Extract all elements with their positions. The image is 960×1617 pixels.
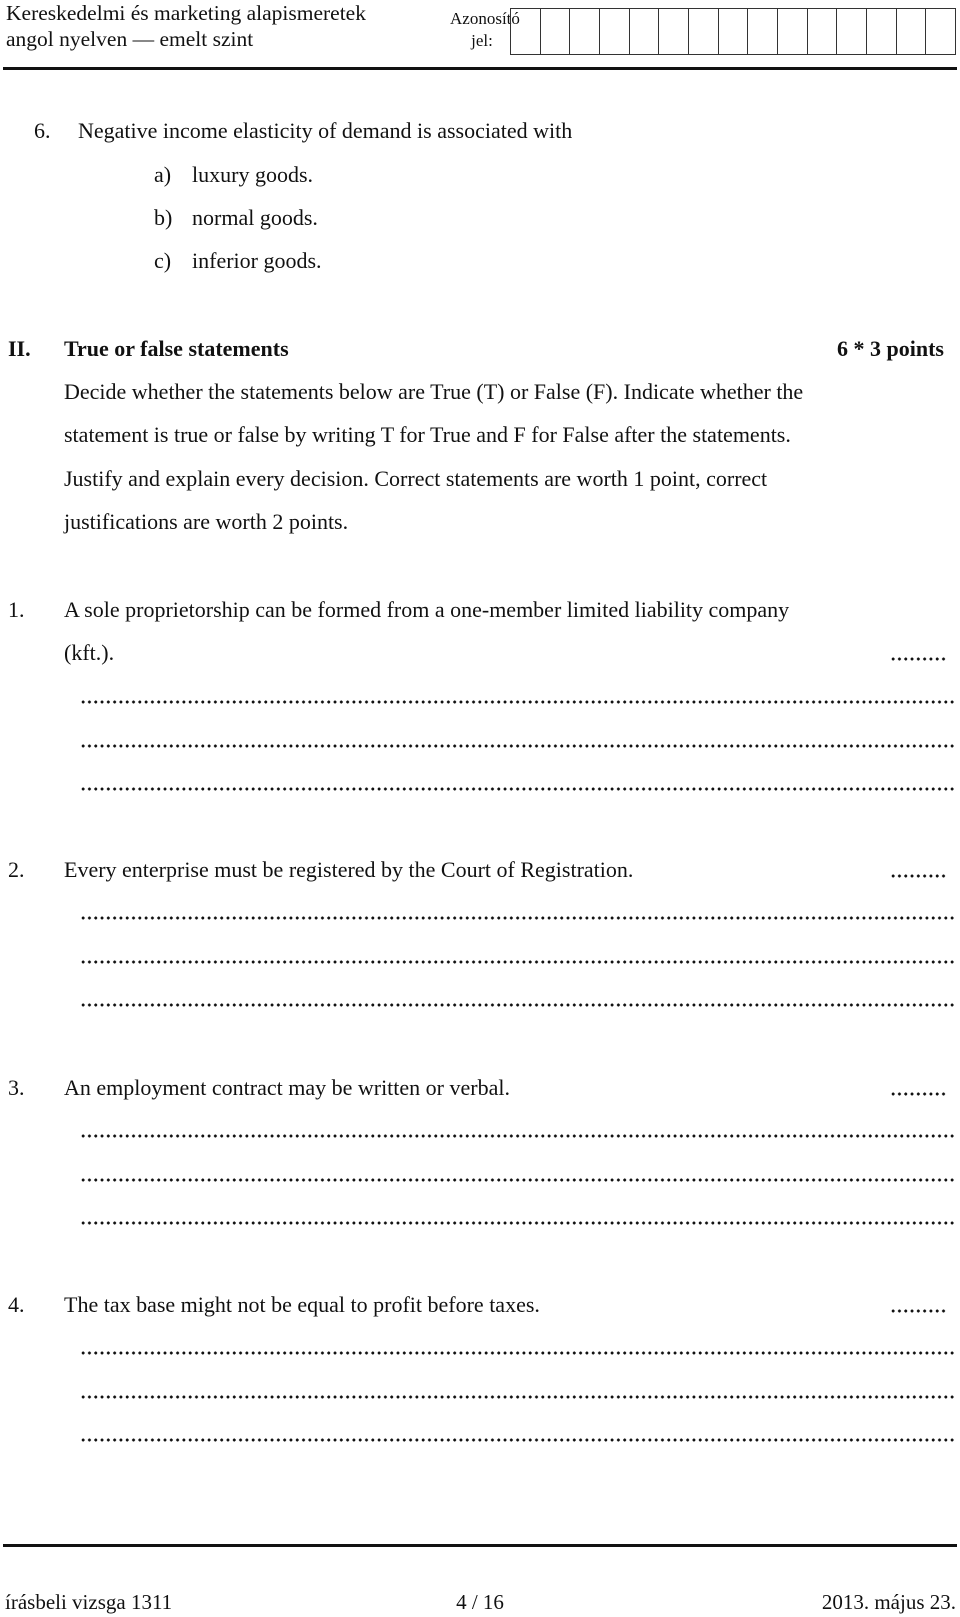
- header-title-line1: Kereskedelmi és marketing alapismeretek: [6, 1, 366, 25]
- statement-4-number: 4.: [8, 1292, 25, 1317]
- id-code-cell[interactable]: [600, 9, 630, 54]
- statement-4-answer-field[interactable]: [890, 1309, 948, 1313]
- id-code-cell[interactable]: [659, 9, 690, 54]
- option-a-text: luxury goods.: [192, 162, 313, 187]
- statement-1-number: 1.: [8, 597, 25, 622]
- statement-3-justification-line-2[interactable]: [80, 1178, 954, 1182]
- statement-3-text: An employment contract may be written or…: [64, 1075, 510, 1100]
- statement-1-justification-line-2[interactable]: [80, 744, 954, 748]
- statement-3-justification-line-1[interactable]: [80, 1134, 954, 1138]
- header-rule: [3, 67, 957, 70]
- id-code-cell[interactable]: [867, 9, 897, 54]
- id-code-cell[interactable]: [808, 9, 838, 54]
- statement-2-justification-line-1[interactable]: [80, 916, 954, 920]
- id-code-cell[interactable]: [778, 9, 808, 54]
- statement-1-justification-line-3[interactable]: [80, 787, 954, 791]
- section-points: 6 * 3 points: [837, 336, 944, 361]
- id-code-cell[interactable]: [541, 9, 571, 54]
- instructions-line-3: Justify and explain every decision. Corr…: [64, 466, 768, 491]
- id-code-cell[interactable]: [719, 9, 749, 54]
- id-code-boxes: [510, 8, 956, 55]
- statement-4-justification-line-1[interactable]: [80, 1351, 954, 1355]
- id-code-cell[interactable]: [837, 9, 868, 54]
- id-label-line1: Azonosító: [450, 9, 520, 28]
- statement-3-answer-field[interactable]: [890, 1092, 948, 1096]
- question-6-text: Negative income elasticity of demand is …: [78, 118, 573, 143]
- id-label: Azonosító jel:: [450, 8, 520, 52]
- id-code-cell[interactable]: [926, 9, 955, 54]
- instructions-line-2: statement is true or false by writing T …: [64, 422, 791, 447]
- question-6-number: 6.: [34, 118, 51, 143]
- statement-4-justification-line-3[interactable]: [80, 1438, 954, 1442]
- statement-2-justification-line-2[interactable]: [80, 960, 954, 964]
- id-code-cell[interactable]: [748, 9, 779, 54]
- id-code-cell[interactable]: [570, 9, 601, 54]
- statement-4-justification-line-2[interactable]: [80, 1395, 954, 1399]
- statement-1-justification-line-1[interactable]: [80, 700, 954, 704]
- statement-2-number: 2.: [8, 857, 25, 882]
- header-title-line2: angol nyelven — emelt szint: [6, 27, 254, 51]
- option-b-text: normal goods.: [192, 205, 318, 230]
- id-label-line2: jel:: [471, 31, 493, 50]
- statement-4-text: The tax base might not be equal to profi…: [64, 1292, 540, 1317]
- id-code-cell[interactable]: [897, 9, 927, 54]
- option-b-label: b): [154, 205, 173, 230]
- statement-1-text: A sole proprietorship can be formed from…: [64, 597, 790, 622]
- option-a-label: a): [154, 162, 172, 187]
- id-code-cell[interactable]: [630, 9, 660, 54]
- statement-3-justification-line-3[interactable]: [80, 1221, 954, 1225]
- section-numeral: II.: [8, 336, 31, 361]
- instructions-line-4: justifications are worth 2 points.: [64, 509, 349, 534]
- instructions-line-1: Decide whether the statements below are …: [64, 379, 804, 404]
- footer-date: 2013. május 23.: [821, 1590, 956, 1614]
- option-c-label: c): [154, 248, 172, 273]
- statement-2-justification-line-3[interactable]: [80, 1003, 954, 1007]
- header-title: Kereskedelmi és marketing alapismeretek …: [6, 0, 366, 52]
- id-code-cell[interactable]: [689, 9, 719, 54]
- statement-3-number: 3.: [8, 1075, 25, 1100]
- statement-1-answer-field[interactable]: [890, 657, 948, 661]
- statement-2-answer-field[interactable]: [890, 874, 948, 878]
- option-c-text: inferior goods.: [192, 248, 322, 273]
- id-code-cell[interactable]: [511, 9, 541, 54]
- section-title: True or false statements: [64, 336, 289, 361]
- statement-2-text: Every enterprise must be registered by t…: [64, 857, 634, 882]
- statement-1-text-cont: (kft.).: [64, 640, 115, 665]
- footer-page-number: 4 / 16: [456, 1590, 504, 1614]
- footer-rule: [3, 1544, 957, 1547]
